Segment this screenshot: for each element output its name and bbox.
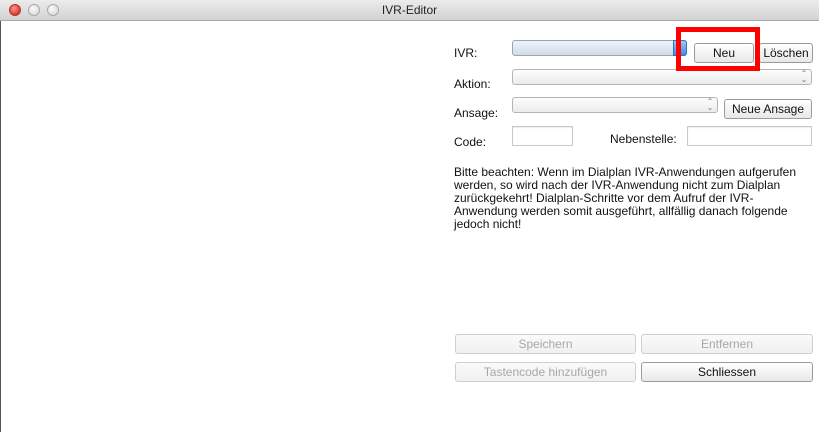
select-arrows-icon: ⌃ ⌄ <box>800 69 808 84</box>
ansage-select[interactable]: ⌃ ⌄ <box>512 97 718 113</box>
title-bar: IVR-Editor <box>0 0 819 21</box>
select-arrows-icon: ⌃ ⌄ <box>706 97 714 112</box>
loeschen-button[interactable]: Löschen <box>759 43 813 63</box>
nebenstelle-input[interactable] <box>687 126 812 146</box>
aktion-select[interactable]: ⌃ ⌄ <box>512 69 812 85</box>
window-title: IVR-Editor <box>381 3 438 17</box>
ansage-label: Ansage: <box>454 106 499 120</box>
ivr-label: IVR: <box>454 46 478 60</box>
window-left-border <box>0 21 1 432</box>
speichern-button[interactable]: Speichern <box>455 334 636 354</box>
tastencode-hinzufuegen-button[interactable]: Tastencode hinzufügen <box>455 362 636 382</box>
highlight-box <box>676 27 760 71</box>
schliessen-button[interactable]: Schliessen <box>641 362 813 382</box>
entfernen-button[interactable]: Entfernen <box>641 334 813 354</box>
dialplan-note: Bitte beachten: Wenn im Dialplan IVR-Anw… <box>454 165 796 231</box>
neue-ansage-button[interactable]: Neue Ansage <box>724 99 812 119</box>
ivr-select[interactable] <box>512 40 687 56</box>
code-label: Code: <box>454 135 487 149</box>
aktion-label: Aktion: <box>454 77 491 91</box>
code-input[interactable] <box>512 126 573 146</box>
nebenstelle-label: Nebenstelle: <box>610 132 677 146</box>
